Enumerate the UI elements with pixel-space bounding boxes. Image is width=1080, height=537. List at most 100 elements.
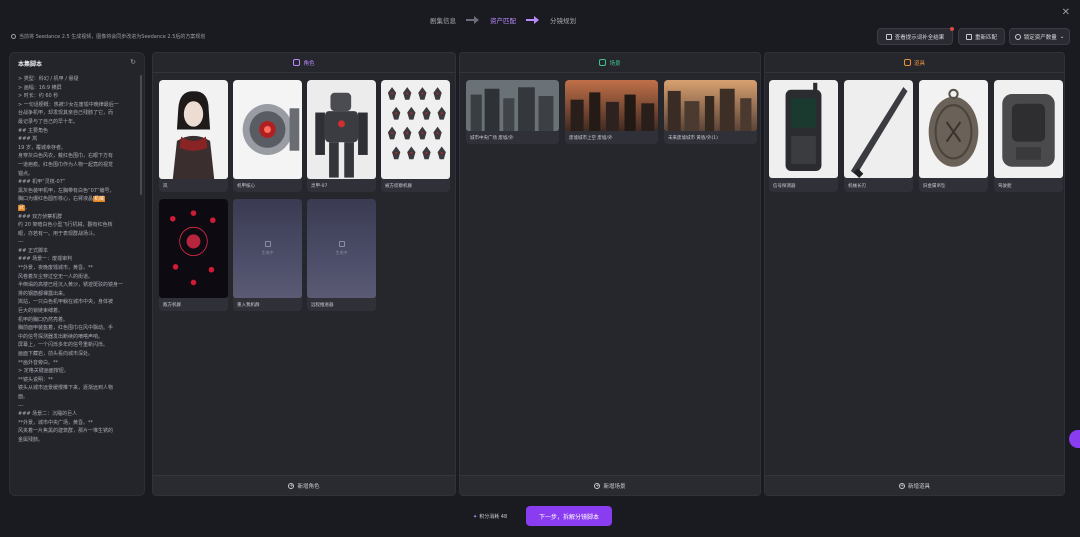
asset-caption: 城市中央广场 废墟/外 — [470, 136, 514, 141]
script-line: 锚点。 — [18, 170, 34, 177]
asset-caption: 旧金属吊坠 — [923, 184, 946, 189]
info-icon — [11, 34, 16, 39]
script-line: ### 机甲“灵核-07” — [18, 179, 66, 186]
add-asset-label: 新增道具 — [907, 483, 930, 490]
lock-count-dropdown[interactable]: 锁定资产数量 ⌄ — [1009, 28, 1070, 45]
script-line: **画外音旁白。** — [18, 359, 59, 366]
script-line: 机甲的胸口仍然亮着。 — [18, 316, 69, 323]
scrollbar[interactable] — [140, 75, 142, 195]
add-asset-label: 新增场景 — [603, 483, 626, 490]
asset-card[interactable]: 未来废墟城市 黄昏/外(1) — [664, 80, 757, 144]
add-asset-button[interactable]: + 新增角色 — [153, 475, 455, 495]
asset-card[interactable]: 信号探测器 — [769, 80, 838, 192]
assistant-fab-icon[interactable] — [1069, 430, 1080, 448]
asset-caption: 被方侦察机群 — [385, 184, 412, 189]
script-line: --- — [18, 402, 24, 409]
script-line: > 画幅：16:9 横屏 — [18, 84, 62, 91]
asset-thumbnail — [233, 80, 302, 179]
next-step-button[interactable]: 下一步，拆解分镜脚本 — [526, 506, 612, 526]
placeholder-text: 生成中 — [261, 250, 274, 255]
script-line: ## 正式脚本 — [18, 247, 48, 254]
script-line: **镜头说明：** — [18, 376, 54, 383]
asset-caption: 机械长刃 — [848, 184, 866, 189]
asset-card[interactable]: 机甲核心 — [233, 80, 302, 192]
script-line: 最记录与了自己的早十年。 — [18, 118, 79, 125]
column-type-icon — [903, 59, 911, 66]
asset-card[interactable]: 驾驶舱 — [994, 80, 1063, 192]
asset-card[interactable]: 敌方机群 — [159, 199, 228, 311]
script-line: **外景，夜晚废墟城市，黄昏。** — [18, 265, 94, 272]
asset-thumbnail — [381, 80, 450, 179]
script-line: 黑灰色装甲机甲，左胸带有白色“07”编号， — [18, 187, 115, 194]
placeholder-thumbnail: 生成中 — [307, 199, 376, 298]
script-line: 巨大的锁链束缚着。 — [18, 308, 64, 315]
script-line: 风夹着一片焦黑的建筑群，那片一堆生锈的 — [18, 428, 114, 435]
spark-icon: ✦ — [473, 513, 478, 520]
step-storyboard[interactable]: 分镜规划 — [550, 15, 576, 25]
script-line: 中的信号探测器发出断续的嘀嗒声响。 — [18, 333, 104, 340]
script-line: > 定格关键画面按钮。 — [18, 368, 69, 375]
script-line: 胸前面甲装盔着，红色围巾在风中飘动。手 — [18, 325, 114, 332]
add-asset-button[interactable]: + 新增道具 — [765, 475, 1064, 495]
asset-card[interactable]: 生成中 重入我机群 — [233, 199, 302, 311]
asset-card[interactable]: 岚 — [159, 80, 228, 192]
asset-thumbnail — [159, 199, 228, 298]
script-line: 风卷着灰尘穿过空无一人的街道。 — [18, 273, 94, 280]
highlight-mark: 机械 — [93, 196, 106, 203]
asset-thumbnail — [159, 80, 228, 179]
asset-card[interactable]: 生成中 远程推进器 — [307, 199, 376, 311]
asset-thumbnail — [919, 80, 988, 178]
asset-card[interactable]: 废墟城市上空 废墟/外 — [565, 80, 658, 144]
script-line: ### 岚 — [18, 136, 38, 143]
add-asset-label: 新增角色 — [297, 483, 320, 490]
script-line: 台战争机甲，却发现其亲自己残骸了它，而 — [18, 110, 114, 117]
column-props: 道具 信号探测器 机械长刃 旧金属吊坠 驾驶舱 + 新增道具 — [764, 52, 1065, 496]
asset-thumbnail — [844, 80, 913, 178]
folder-icon — [965, 33, 972, 40]
script-text[interactable]: > 类型：科幻 / 机甲 / 悬疑 > 画幅：16:9 横屏 > 时长：约 60 秒… — [18, 75, 138, 491]
asset-caption: 敌方机群 — [163, 303, 181, 308]
asset-thumbnail — [994, 80, 1063, 178]
view-prompt-button[interactable]: 查看提示词补全结果 — [877, 27, 954, 45]
script-line: 画面下藏岩，前头看向城市深处。 — [18, 351, 94, 357]
clock-icon — [1014, 33, 1021, 40]
asset-caption: 信号探测器 — [773, 184, 796, 189]
close-icon[interactable]: ✕ — [1062, 7, 1070, 18]
asset-card[interactable]: 被方侦察机群 — [381, 80, 450, 192]
add-asset-button[interactable]: + 新增场景 — [460, 475, 760, 495]
asset-card[interactable]: 城市中央广场 废墟/外 — [466, 80, 559, 144]
asset-caption: 岚 — [163, 184, 168, 189]
bottom-bar: ✦ 积分消耗 48 下一步，拆解分镜脚本 — [0, 500, 1080, 537]
asset-caption: 机甲核心 — [237, 184, 255, 189]
plus-icon: + — [898, 482, 905, 489]
column-header: 角色 — [153, 53, 455, 73]
top-bar: 剧集信息 资产匹配 分镜规划 ✕ 当前将 Seedance 2.5 生成视频，图… — [0, 0, 1080, 45]
asset-caption: 废墟城市上空 废墟/外 — [569, 136, 613, 141]
image-icon — [264, 241, 271, 247]
asset-caption: 驾驶舱 — [998, 184, 1012, 189]
script-line: 胸口为爆红色圆形核心，右臂液晶机械 — [18, 196, 106, 203]
asset-card[interactable]: 机械长刃 — [844, 80, 913, 192]
asset-thumbnail — [565, 80, 658, 131]
asset-thumbnail — [307, 80, 376, 179]
placeholder-thumbnail: 生成中 — [233, 199, 302, 298]
highlight-mark: 武 — [18, 204, 26, 211]
asset-card[interactable]: 旧金属吊坠 — [919, 80, 988, 192]
refresh-icon[interactable]: ↻ — [130, 58, 136, 66]
step-episode-info[interactable]: 剧集信息 — [430, 15, 456, 25]
notification-dot — [950, 27, 954, 31]
asset-caption: 未来废墟城市 黄昏/外(1) — [668, 136, 718, 141]
rematch-button[interactable]: 重新匹配 — [958, 28, 1005, 45]
column-type-icon — [293, 59, 301, 66]
view-prompt-label: 查看提示词补全结果 — [894, 34, 945, 41]
script-line: > 时长：约 60 秒 — [18, 93, 59, 100]
step-arrow-icon — [526, 16, 540, 24]
script-line: 排的钢筋都裸露出来。 — [18, 290, 69, 297]
script-line: ### 场景二：沉睡的巨人 — [18, 411, 78, 418]
asset-card[interactable]: 灵甲-07 — [307, 80, 376, 192]
plus-icon: + — [594, 482, 601, 489]
asset-thumbnail — [769, 80, 838, 178]
step-asset-match[interactable]: 资产匹配 — [490, 15, 516, 25]
script-line: 金属残骸。 — [18, 436, 44, 443]
script-line: 约 20 架暗白色小型飞行机械，翻有红色核 — [18, 222, 113, 229]
